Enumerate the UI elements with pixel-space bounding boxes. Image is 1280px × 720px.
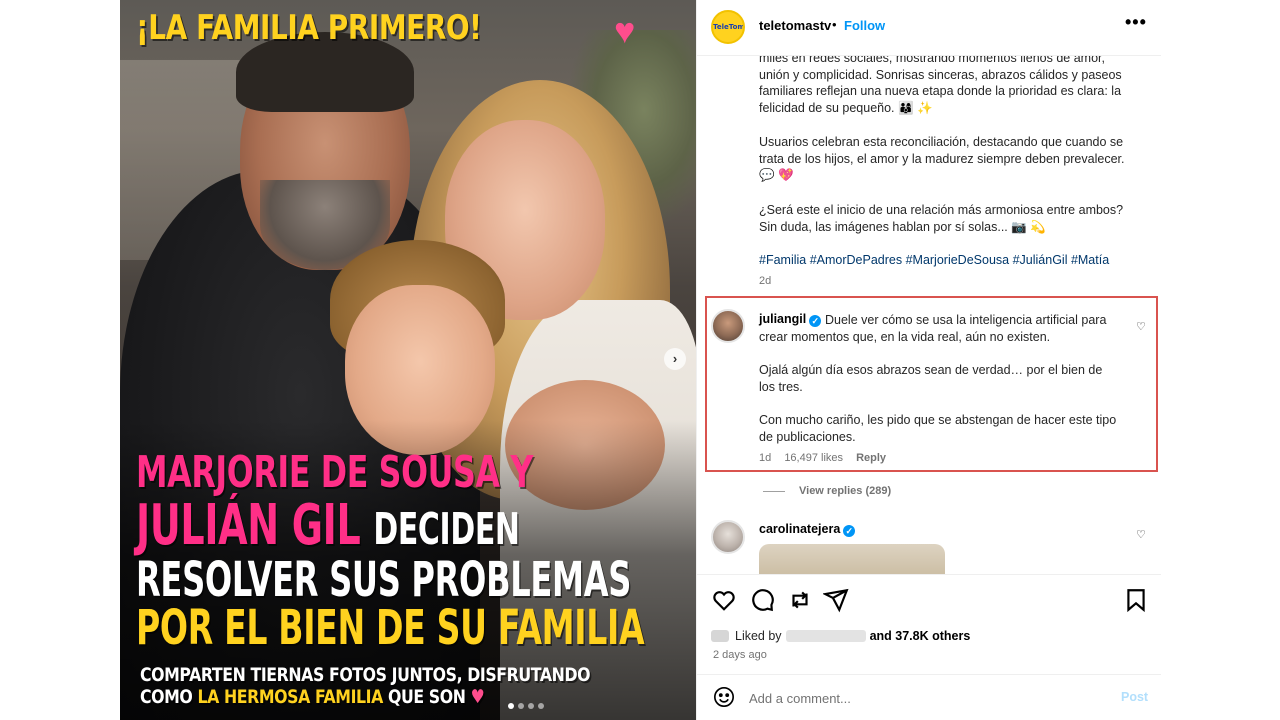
- comment-username-text[interactable]: carolinatejera: [759, 522, 840, 536]
- image-headline-name: JULIÁN GIL: [136, 493, 361, 558]
- comment-text: Con mucho cariño, les pido que se absten…: [759, 413, 1117, 444]
- image-headline-line4: POR EL BIEN DE SU FAMILIA: [136, 600, 645, 656]
- comment-username[interactable]: juliangil ✓: [759, 312, 822, 327]
- comments-scroll-area[interactable]: miles en redes sociales, mostrando momen…: [697, 56, 1161, 574]
- likes-count[interactable]: and 37.8K others: [870, 629, 971, 643]
- caption-hashtags[interactable]: #Familia #AmorDePadres #MarjorieDeSousa …: [759, 252, 1139, 269]
- share-icon[interactable]: [823, 587, 849, 613]
- instagram-post-modal: ¡LA FAMILIA PRIMERO! ♥ MARJORIE DE SOUSA…: [0, 0, 1280, 720]
- like-comment-icon[interactable]: ♡: [1136, 320, 1146, 333]
- carousel-dot: [528, 703, 534, 709]
- post-date: 2 days ago: [713, 649, 767, 661]
- comment-text: Ojalá algún día esos abrazos sean de ver…: [759, 363, 1103, 394]
- caption-paragraph: miles en redes sociales, mostrando momen…: [759, 56, 1122, 115]
- carousel-dot: [508, 703, 514, 709]
- post-details-panel: TeleTomas teletomastv • Follow ••• miles…: [696, 0, 1161, 720]
- post-actions: Liked by and 37.8K others 2 days ago: [697, 574, 1161, 664]
- post-image[interactable]: ¡LA FAMILIA PRIMERO! ♥ MARJORIE DE SOUSA…: [120, 0, 696, 720]
- view-replies-button[interactable]: View replies (289): [763, 485, 891, 497]
- post-button[interactable]: Post: [1121, 690, 1148, 704]
- carousel-dot: [538, 703, 544, 709]
- image-subtitle-line2: COMO LA HERMOSA FAMILIA QUE SON ♥: [140, 686, 618, 708]
- image-subtitle-part-b: QUE SON: [387, 686, 466, 708]
- image-headline-verb: DECIDEN: [373, 504, 520, 555]
- likes-summary[interactable]: Liked by and 37.8K others: [711, 629, 970, 643]
- separator: •: [832, 17, 837, 32]
- carousel-dots: [508, 703, 544, 709]
- repost-icon[interactable]: [787, 587, 813, 613]
- emoji-icon[interactable]: [713, 686, 735, 708]
- verified-icon: ✓: [843, 525, 856, 537]
- verified-icon: ✓: [809, 315, 822, 327]
- comment-input[interactable]: [749, 687, 1089, 709]
- image-subtitle-line1: COMPARTEN TIERNAS FOTOS JUNTOS, DISFRUTA…: [140, 664, 591, 686]
- author-username[interactable]: teletomastv: [759, 18, 831, 33]
- caption-paragraph: Usuarios celebran esta reconciliación, d…: [759, 135, 1125, 182]
- more-options-button[interactable]: •••: [1125, 12, 1147, 33]
- carousel-next-button[interactable]: ›: [664, 348, 686, 370]
- reply-button[interactable]: Reply: [856, 452, 886, 464]
- carousel-dot: [518, 703, 524, 709]
- divider-line: [763, 490, 785, 492]
- comment-username-text[interactable]: juliangil: [759, 312, 806, 326]
- comment-image[interactable]: [759, 544, 945, 574]
- image-headline-line1: MARJORIE DE SOUSA Y: [136, 447, 533, 498]
- add-comment-bar: Post: [697, 674, 1161, 720]
- comment-username[interactable]: carolinatejera ✓: [759, 522, 856, 537]
- image-headline-line2: JULIÁN GIL DECIDEN: [136, 493, 528, 558]
- image-subtitle-highlight: LA HERMOSA FAMILIA: [197, 686, 384, 708]
- heart-icon: ♥: [470, 686, 485, 708]
- liker-name[interactable]: [785, 630, 866, 642]
- liked-by-prefix: Liked by: [735, 629, 782, 643]
- post-header: TeleTomas teletomastv • Follow •••: [697, 0, 1161, 56]
- avatar[interactable]: TeleTomas: [711, 10, 745, 44]
- caption-paragraph: ¿Será este el inicio de una relación más…: [759, 203, 1124, 234]
- image-subtitle-part-a: COMO: [140, 686, 193, 708]
- comment-time: 1d: [759, 452, 772, 464]
- heart-icon[interactable]: [711, 587, 737, 613]
- comment-meta: 1d 16,497 likes Reply: [759, 452, 896, 464]
- bookmark-icon[interactable]: [1123, 587, 1149, 613]
- follow-button[interactable]: Follow: [844, 18, 885, 33]
- comment-likes[interactable]: 16,497 likes: [784, 452, 843, 464]
- comment-icon[interactable]: [749, 587, 775, 613]
- caption-timestamp: 2d: [759, 275, 772, 287]
- view-replies-label[interactable]: View replies (289): [799, 485, 891, 497]
- liker-avatars: [711, 630, 729, 642]
- avatar[interactable]: [711, 309, 745, 343]
- avatar[interactable]: [711, 520, 745, 554]
- heart-icon: ♥: [614, 10, 636, 51]
- image-top-title: ¡LA FAMILIA PRIMERO!: [136, 8, 482, 48]
- like-comment-icon[interactable]: ♡: [1136, 528, 1146, 541]
